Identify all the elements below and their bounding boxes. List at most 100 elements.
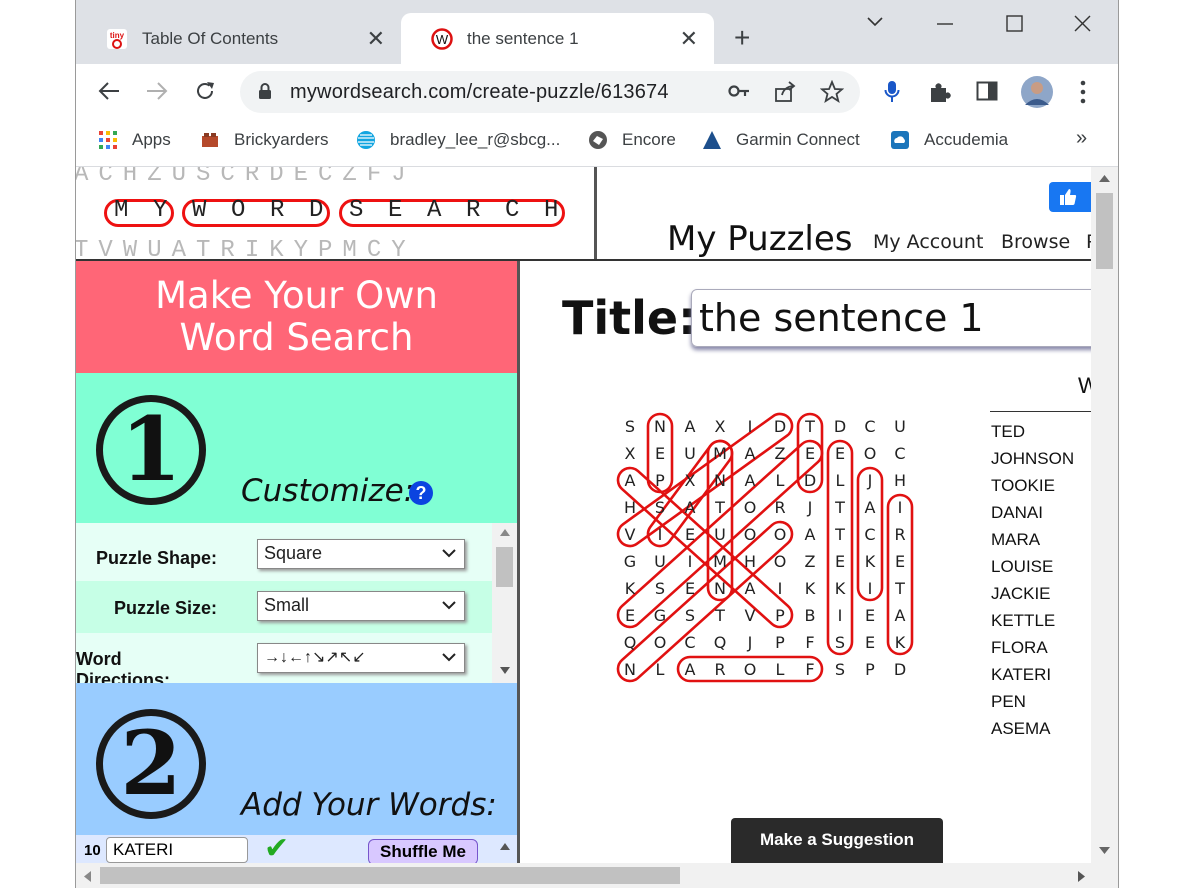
scroll-down-icon[interactable] <box>500 667 510 674</box>
grid-letter: G <box>654 606 666 625</box>
make-a-suggestion-button[interactable]: Make a Suggestion <box>731 818 943 863</box>
grid-letter: M <box>713 444 727 463</box>
grid-letter: A <box>685 498 696 517</box>
grid-letter: P <box>655 471 665 490</box>
tab-the-sentence-1[interactable]: W the sentence 1 ✕ <box>401 13 714 64</box>
grid-letter: I <box>838 606 843 625</box>
grid-letter: B <box>805 606 816 625</box>
bookmark-label: Encore <box>622 130 676 149</box>
extensions-puzzle-icon[interactable] <box>928 80 952 104</box>
grid-letter: O <box>864 444 877 463</box>
forward-arrow-icon[interactable] <box>146 81 168 101</box>
puzzle-shape-select[interactable]: Square <box>257 539 465 569</box>
logo-bg-row: TVWUATRIKYPMCY <box>76 237 416 259</box>
shuffle-me-button[interactable]: Shuffle Me <box>368 839 478 863</box>
grid-letter: E <box>865 606 875 625</box>
grid-letter: T <box>714 606 725 625</box>
minimize-icon[interactable] <box>936 22 954 26</box>
scroll-right-icon[interactable] <box>1078 871 1085 882</box>
scroll-left-icon[interactable] <box>84 871 91 882</box>
grid-letter: N <box>654 417 666 436</box>
grid-letter: L <box>776 660 785 679</box>
grid-letter: A <box>745 471 756 490</box>
tab-label: the sentence 1 <box>467 29 579 48</box>
scroll-down-icon[interactable] <box>1099 847 1110 854</box>
facebook-like-button[interactable] <box>1049 182 1091 212</box>
address-bar[interactable]: mywordsearch.com/create-puzzle/613674 <box>240 71 860 113</box>
scroll-up-icon[interactable] <box>1099 175 1110 182</box>
grid-letter: K <box>895 633 906 652</box>
word-input[interactable]: KATERI <box>106 837 248 863</box>
grid-letter: E <box>865 633 875 652</box>
word-list-item: PEN <box>991 692 1026 711</box>
grid-letter: S <box>655 498 665 517</box>
bookmark-encore[interactable]: Encore <box>588 130 676 150</box>
url-text[interactable]: mywordsearch.com/create-puzzle/613674 <box>290 81 669 104</box>
close-tab-icon[interactable]: ✕ <box>680 26 698 52</box>
customize-label: Customize: <box>241 473 415 509</box>
options-scrollbar[interactable] <box>492 523 517 683</box>
grid-letter: E <box>685 525 695 544</box>
page-horizontal-scrollbar[interactable] <box>76 863 1118 888</box>
puzzle-size-select[interactable]: Small <box>257 591 465 621</box>
bookmark-garmin[interactable]: Garmin Connect <box>702 130 860 150</box>
grid-letter: O <box>744 498 757 517</box>
bookmark-star-icon[interactable] <box>820 80 844 104</box>
menu-kebab-icon[interactable] <box>1080 80 1086 104</box>
side-panel-icon[interactable] <box>976 81 998 101</box>
grid-letter: C <box>894 444 905 463</box>
my-account-link[interactable]: My Account <box>873 231 983 253</box>
grid-letter: I <box>898 498 903 517</box>
cloud-icon <box>891 131 909 149</box>
help-icon[interactable]: ? <box>409 481 433 505</box>
word-search-grid: S N A X I D T D C UX E U M A Z E E O CA P X N A L D L J HH S A T O R J T A I… <box>616 412 914 683</box>
puzzle-shape-label: Puzzle Shape: <box>95 548 217 568</box>
chevron-down-icon[interactable] <box>866 16 884 28</box>
grid-letter: K <box>625 579 636 598</box>
grid-letter: N <box>624 660 636 679</box>
bookmark-bradley[interactable]: bradley_lee_r@sbcg... <box>356 130 560 150</box>
share-icon[interactable] <box>774 81 796 103</box>
horizontal-scroll-thumb[interactable] <box>100 867 680 884</box>
grid-letter: A <box>895 606 906 625</box>
close-window-icon[interactable] <box>1074 15 1091 32</box>
word-list-item: TED <box>991 422 1025 441</box>
key-icon[interactable] <box>728 83 750 99</box>
tab-table-of-contents[interactable]: tiny Table Of Contents ✕ <box>76 13 401 64</box>
word-directions-select[interactable]: →↓←↑↘↗↖↙ <box>257 643 465 673</box>
bookmark-brickyarders[interactable]: Brickyarders <box>200 130 328 150</box>
vertical-scroll-thumb[interactable] <box>1096 193 1113 269</box>
grid-letter: O <box>744 525 757 544</box>
chevron-down-icon <box>442 549 456 558</box>
bookmarks-bar: Apps Brickyarders bradley_lee_r@sbcg... … <box>76 120 1118 167</box>
scroll-up-icon[interactable] <box>500 843 510 850</box>
logo-letter: E <box>388 197 403 224</box>
maximize-icon[interactable] <box>1006 15 1023 32</box>
profile-avatar[interactable] <box>1020 75 1054 109</box>
new-tab-button[interactable]: + <box>734 24 750 52</box>
chevron-down-icon <box>442 601 456 610</box>
reload-icon[interactable] <box>194 80 216 102</box>
grid-letter: Z <box>775 444 786 463</box>
microphone-icon[interactable] <box>884 80 900 104</box>
word-list-rule <box>990 411 1091 412</box>
close-tab-icon[interactable]: ✕ <box>367 26 385 52</box>
options-scroll-thumb[interactable] <box>496 547 513 587</box>
logo-word-highlight <box>339 199 565 227</box>
bookmark-accudemia[interactable]: Accudemia <box>890 130 1008 150</box>
grid-letter: R <box>894 525 905 544</box>
grid-letter: A <box>625 471 636 490</box>
scroll-up-icon[interactable] <box>500 529 510 536</box>
bookmark-apps[interactable]: Apps <box>98 130 171 150</box>
bookmarks-overflow-button[interactable]: » <box>1076 127 1087 150</box>
browse-link[interactable]: Browse <box>1001 231 1070 253</box>
my-puzzles-link[interactable]: My Puzzles <box>667 219 853 259</box>
heading-line: Word Search <box>179 316 414 359</box>
options-panel: Puzzle Shape: Square Puzzle Size: Small … <box>76 523 517 683</box>
grid-letter: A <box>685 660 696 679</box>
site-logo[interactable]: ACHZUSCRDECZFJ TVWUATRIKYPMCY MYWORDSEAR… <box>76 167 594 259</box>
page-vertical-scrollbar[interactable] <box>1091 167 1118 863</box>
grid-letter: E <box>625 606 635 625</box>
grid-letter: Q <box>714 633 727 652</box>
back-arrow-icon[interactable] <box>98 81 120 101</box>
